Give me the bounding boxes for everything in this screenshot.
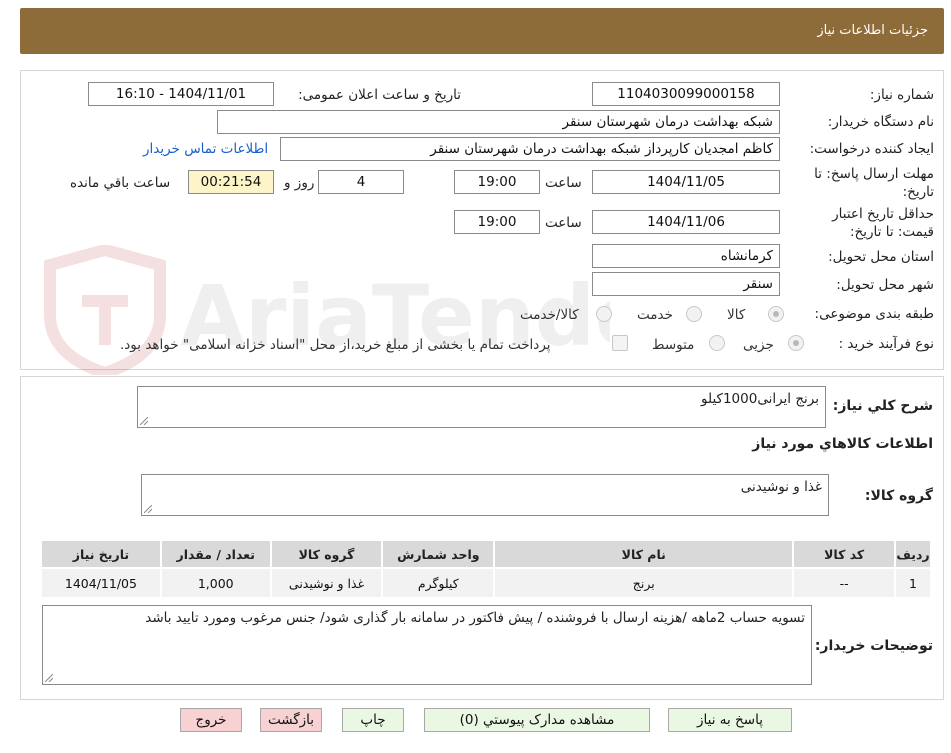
validity-time-field[interactable]: 19:00 (454, 210, 540, 234)
deadline-date-field[interactable]: 1404/11/05 (592, 170, 780, 194)
cell-goods-code: -- (792, 567, 897, 599)
cell-unit: کیلوگرم (381, 567, 496, 599)
category-goods-label: کالا (727, 307, 746, 323)
resize-grip-icon[interactable] (140, 417, 148, 425)
buyer-notes-text: تسویه حساب 2ماهه /هزینه ارسال با فروشنده… (145, 610, 805, 626)
col-goods-code: کد کالا (792, 539, 897, 569)
announce-date-label: تاریخ و ساعت اعلان عمومی: (298, 87, 461, 103)
treasury-payment-note: پرداخت تمام یا بخشی از مبلغ خرید،از محل … (120, 337, 551, 353)
creator-label: ایجاد کننده درخواست: (809, 141, 934, 157)
buyer-notes-textarea[interactable]: تسویه حساب 2ماهه /هزینه ارسال با فروشنده… (42, 605, 812, 685)
days-remaining-field[interactable]: 4 (318, 170, 404, 194)
page-title: جزئیات اطلاعات نیاز (817, 23, 928, 38)
process-minor-label: جزیی (743, 337, 774, 353)
cell-quantity: 1,000 (159, 567, 272, 599)
category-goods-radio[interactable] (768, 306, 784, 322)
need-number-label: شماره نیاز: (869, 87, 934, 103)
goods-info-title: اطلاعات كالاهاي مورد نياز (752, 436, 933, 452)
cell-row-number: 1 (894, 567, 932, 599)
validity-date-field[interactable]: 1404/11/06 (592, 210, 780, 234)
remaining-time-field: 00:21:54 (188, 170, 274, 194)
deadline-time-field[interactable]: 19:00 (454, 170, 540, 194)
buyer-org-field[interactable]: شبکه بهداشت درمان شهرستان سنقر (217, 110, 780, 134)
col-quantity: تعداد / مقدار (159, 539, 272, 569)
validity-label-line2: قیمت: تا تاریخ: (850, 224, 934, 240)
col-goods-name: نام کالا (493, 539, 795, 569)
process-medium-radio[interactable] (709, 335, 725, 351)
buyer-org-label: نام دستگاه خریدار: (827, 114, 934, 130)
goods-group-label: گروه کالا: (864, 488, 933, 504)
city-label: شهر محل تحویل: (836, 277, 934, 293)
col-unit: واحد شمارش (381, 539, 496, 569)
process-type-label: نوع فرآیند خرید : (838, 336, 934, 352)
back-button[interactable]: بازگشت (260, 708, 322, 732)
cell-need-date: 1404/11/05 (40, 567, 162, 599)
remaining-time-label: ساعت باقي مانده (70, 175, 171, 191)
category-service-radio[interactable] (686, 306, 702, 322)
table-row[interactable]: 1 -- برنج کیلوگرم غذا و نوشیدنی 1,000 14… (40, 567, 932, 599)
goods-group-text: غذا و نوشیدنی (740, 479, 822, 495)
summary-label: شرح كلي نياز: (832, 398, 933, 414)
category-service-label: خدمت (637, 307, 673, 323)
category-goods-service-label: کالا/خدمت (520, 307, 579, 323)
print-button[interactable]: چاپ (342, 708, 404, 732)
view-attachments-button[interactable]: مشاهده مدارک پیوستي (0) (424, 708, 650, 732)
summary-text: برنج ایرانی1000کیلو (701, 391, 819, 407)
reply-button[interactable]: پاسخ به نیاز (668, 708, 792, 732)
days-label: روز و (284, 175, 315, 191)
announce-date-field[interactable]: 1404/11/01 - 16:10 (88, 82, 274, 106)
creator-field[interactable]: کاظم امجدیان کارپرداز شبکه بهداشت درمان … (280, 137, 780, 161)
summary-textarea[interactable]: برنج ایرانی1000کیلو (137, 386, 826, 428)
resize-grip-icon[interactable] (45, 674, 53, 682)
city-field[interactable]: سنقر (592, 272, 780, 296)
deadline-label-line2: تاریخ: (902, 184, 934, 200)
need-number-field[interactable]: 1104030099000158 (592, 82, 780, 106)
province-label: استان محل تحویل: (828, 249, 934, 265)
col-need-date: تاریخ نیاز (40, 539, 162, 569)
goods-group-textarea[interactable]: غذا و نوشیدنی (141, 474, 829, 516)
province-field[interactable]: کرمانشاه (592, 244, 780, 268)
process-medium-label: متوسط (652, 337, 695, 353)
goods-table: رديف کد کالا نام کالا واحد شمارش گروه کا… (40, 539, 932, 599)
deadline-label-line1: مهلت ارسال پاسخ: تا (814, 166, 934, 182)
treasury-payment-checkbox[interactable] (612, 335, 628, 351)
category-goods-service-radio[interactable] (596, 306, 612, 322)
validity-time-label: ساعت (545, 215, 582, 231)
resize-grip-icon[interactable] (144, 505, 152, 513)
page-header: جزئیات اطلاعات نیاز (20, 8, 944, 54)
table-header-row: رديف کد کالا نام کالا واحد شمارش گروه کا… (40, 539, 932, 569)
buyer-notes-label: توضیحات خریدار: (814, 638, 933, 654)
cell-goods-name: برنج (493, 567, 795, 599)
process-minor-radio[interactable] (788, 335, 804, 351)
exit-button[interactable]: خروج (180, 708, 242, 732)
col-goods-group: گروه کالا (269, 539, 384, 569)
validity-label-line1: حداقل تاریخ اعتبار (832, 206, 934, 222)
buyer-contact-link[interactable]: اطلاعات تماس خریدار (143, 141, 268, 157)
category-label: طبقه بندی موضوعی: (814, 306, 934, 322)
cell-goods-group: غذا و نوشیدنی (269, 567, 384, 599)
deadline-time-label: ساعت (545, 175, 582, 191)
col-row-number: رديف (894, 539, 932, 569)
